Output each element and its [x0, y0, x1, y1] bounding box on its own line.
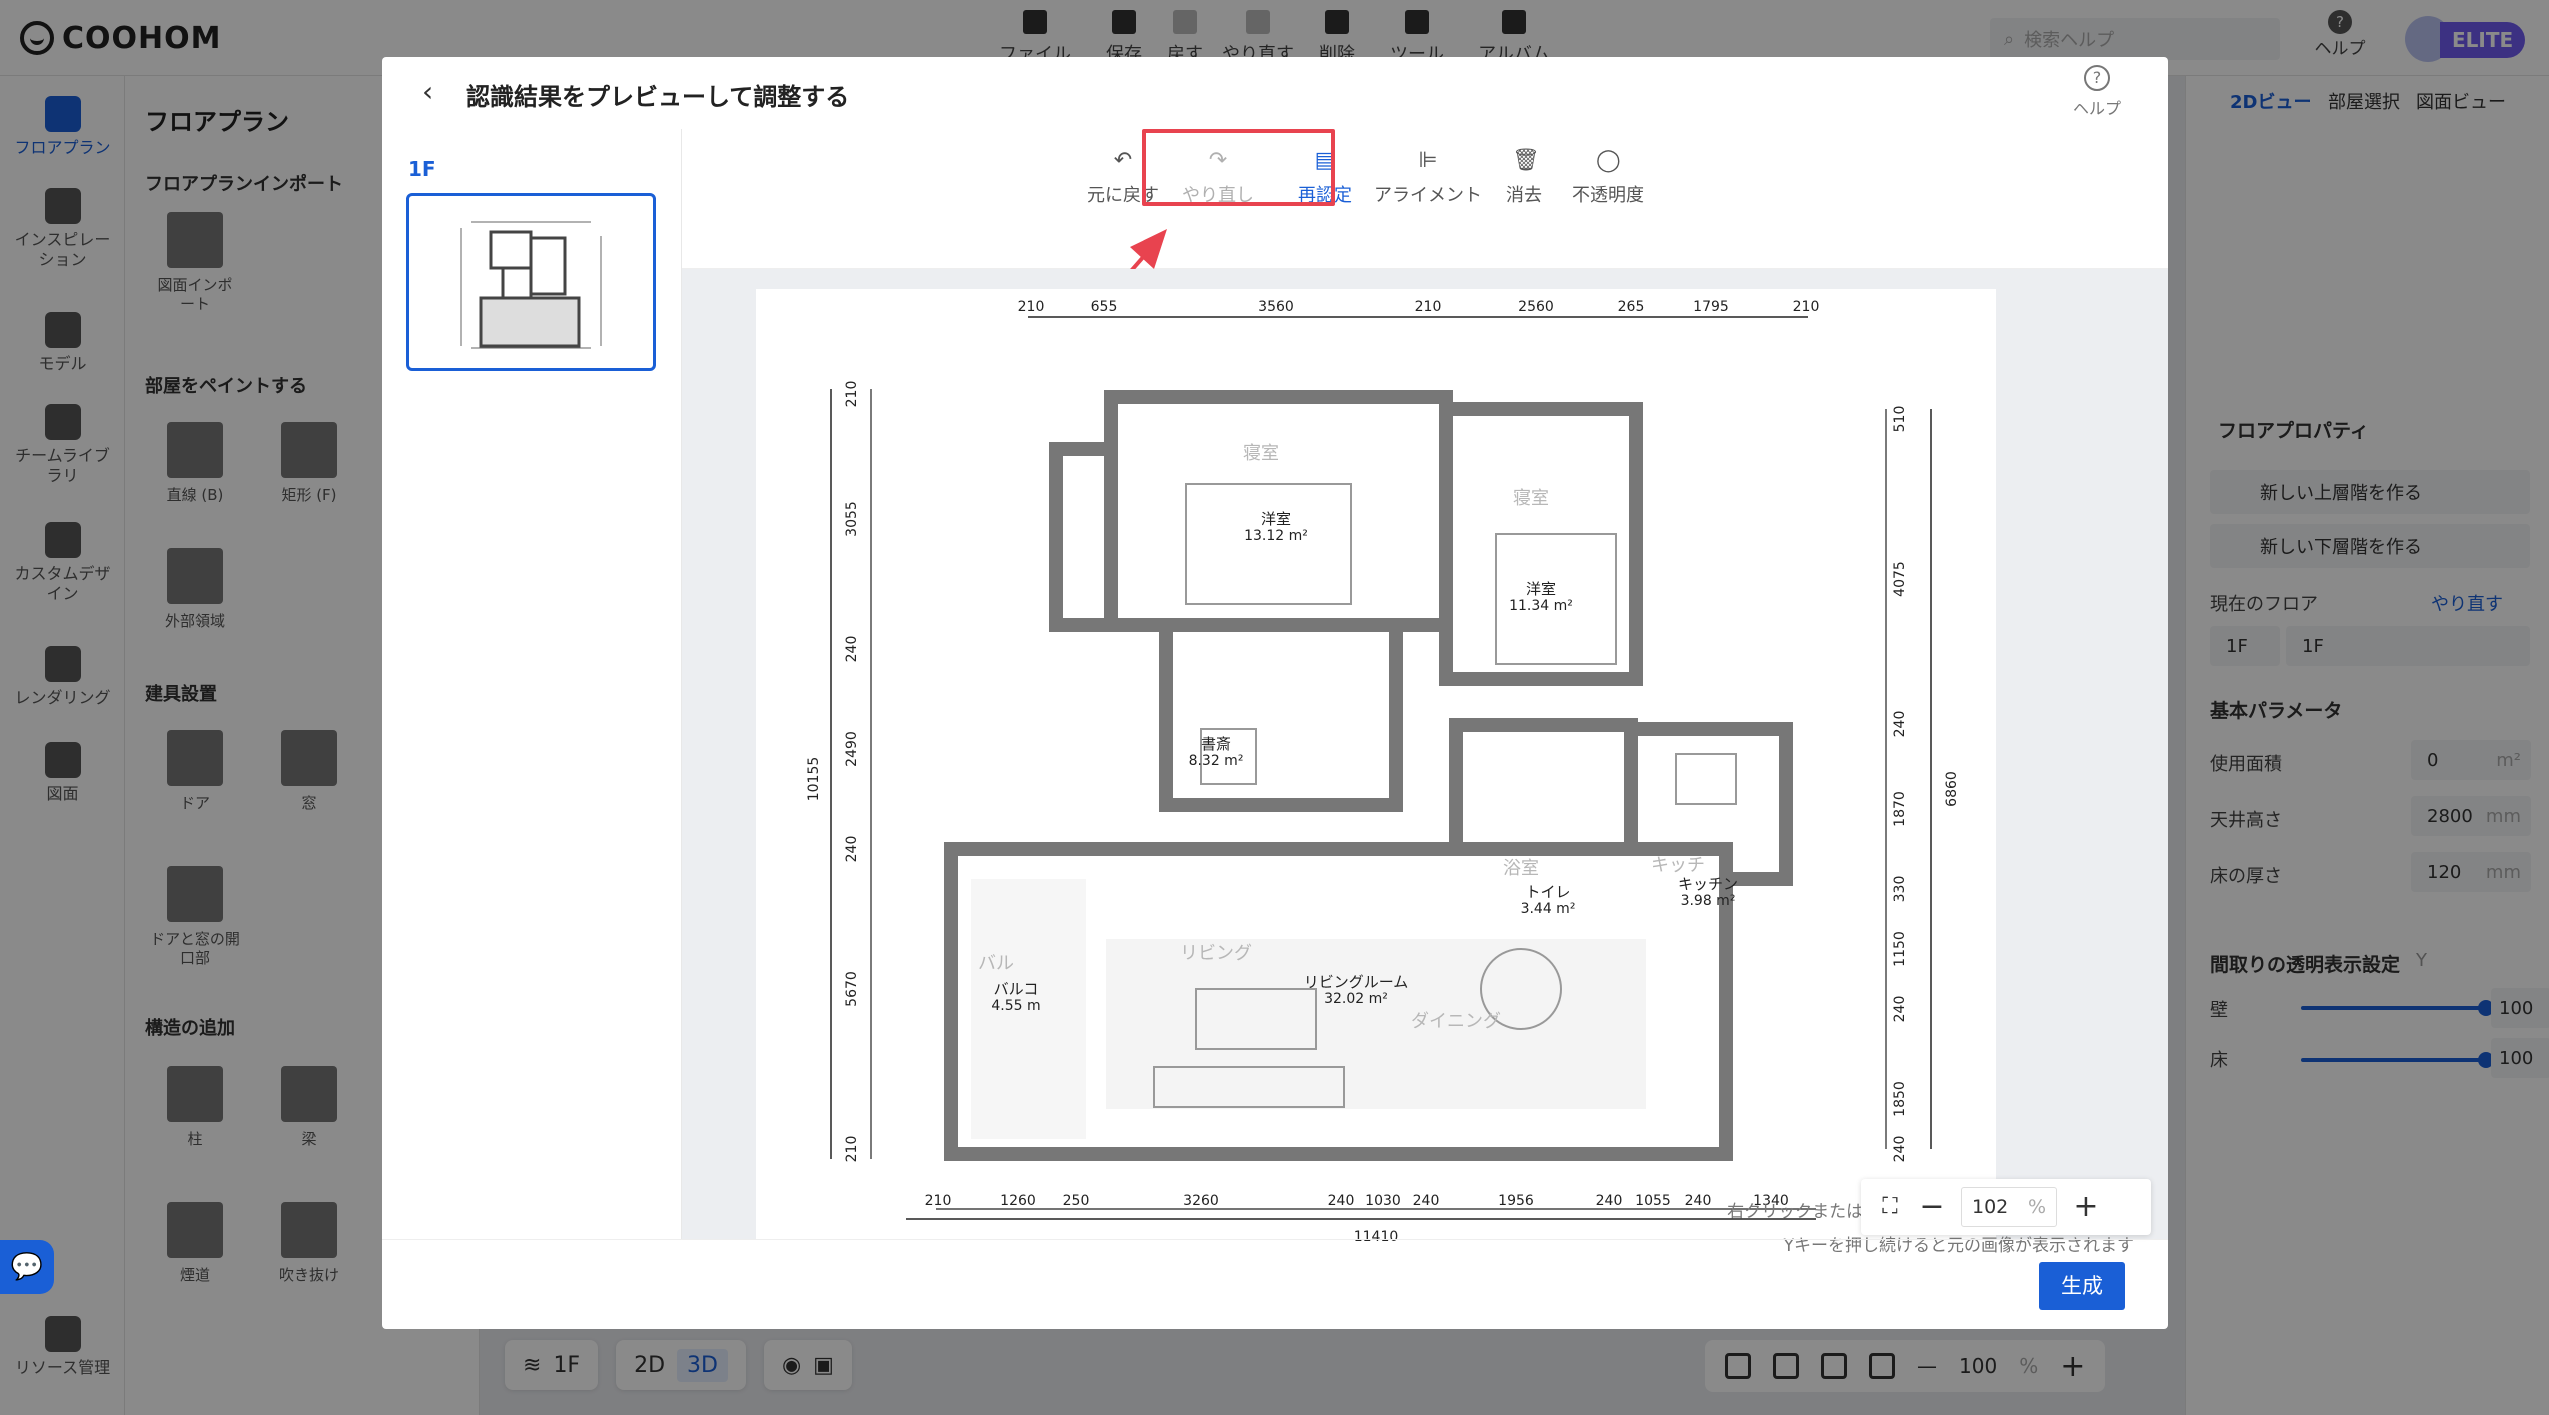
floor-sidebar: 1F — [382, 129, 682, 1239]
generate-button[interactable]: 生成 — [2039, 1262, 2125, 1310]
dim-bottom-label: 240 — [1685, 1193, 1712, 1209]
dim-left-label: 2490 — [844, 731, 860, 767]
dim-bottom-label: 1030 — [1365, 1193, 1401, 1209]
room-label-faded: ダイニング — [1411, 1011, 1501, 1032]
dim-right-label: 1870 — [1892, 791, 1908, 827]
dim-left-label: 210 — [844, 1136, 860, 1163]
room-area: 3.44 m² — [1521, 901, 1576, 917]
room-name: 洋室 — [1526, 580, 1556, 598]
dim-bottom-label: 1956 — [1498, 1193, 1534, 1209]
undo-redo-highlight — [1142, 129, 1335, 206]
room-area: 8.32 m² — [1189, 753, 1244, 769]
dim-right-label: 1150 — [1892, 931, 1908, 967]
dim-bottom-label: 3260 — [1183, 1193, 1219, 1209]
modal-footer — [382, 1239, 2168, 1329]
floor-thumbnail-plan — [460, 221, 602, 349]
dim-left-label: 5670 — [844, 971, 860, 1007]
room-name: リビングルーム — [1304, 973, 1409, 991]
room-label-faded: 寝室 — [1513, 488, 1549, 509]
dim-left-total: 10155 — [806, 757, 822, 802]
dim-right-label: 510 — [1892, 406, 1908, 433]
room-area: 3.98 m² — [1681, 893, 1736, 909]
dim-bottom-label: 250 — [1063, 1193, 1090, 1209]
room-area: 13.12 m² — [1244, 528, 1308, 544]
dim-bottom-label: 240 — [1328, 1193, 1355, 1209]
dim-top-label: 2560 — [1518, 299, 1554, 315]
room-label-faded: 寝室 — [1243, 443, 1279, 464]
dim-right-total: 6860 — [1944, 771, 1960, 807]
dim-left-label: 240 — [844, 836, 860, 863]
dim-top-label: 3560 — [1258, 299, 1294, 315]
chat-icon[interactable]: 💬 — [0, 1240, 54, 1294]
zoom-out-button[interactable]: − — [1919, 1192, 1945, 1222]
modal-help-button[interactable]: ? ヘルプ — [2062, 65, 2132, 119]
room-label-faded: 浴室 — [1503, 858, 1539, 879]
dim-bottom-label: 240 — [1596, 1193, 1623, 1209]
dim-top-label: 210 — [1793, 299, 1820, 315]
dim-right-label: 330 — [1892, 876, 1908, 903]
dim-right-label: 240 — [1892, 996, 1908, 1023]
opacity-icon: ◯ — [1596, 148, 1621, 173]
modal-zoom-control: ⛶ − 102% + — [1861, 1179, 2151, 1235]
dim-bottom-label: 210 — [925, 1193, 952, 1209]
room-label-faded: キッチ — [1651, 855, 1705, 876]
dim-left-label: 240 — [844, 636, 860, 663]
zoom-in-button[interactable]: + — [2073, 1192, 2099, 1222]
floorplan-image: 210 655 3560 210 2560 265 1795 210 210 1260 250 32… — [756, 289, 1996, 1267]
room-name: 書斎 — [1201, 735, 1231, 753]
dim-top-label: 655 — [1091, 299, 1118, 315]
room-area: 4.55 m — [991, 998, 1040, 1014]
dim-bottom-label: 1260 — [1000, 1193, 1036, 1209]
modal-toolbar: ↶ 元に戻す ↷ やり直し ▤ 再認定 ⊫ アライメント 🗑 消去 ◯ 不透明度 — [682, 129, 2168, 269]
dim-right-label: 240 — [1892, 711, 1908, 738]
dim-bottom-label: 240 — [1413, 1193, 1440, 1209]
dim-right-label: 4075 — [1892, 561, 1908, 597]
dim-right-label: 240 — [1892, 1136, 1908, 1163]
preview-modal: ‹ 認識結果をプレビューして調整する ? ヘルプ 1F ↶ 元に戻す ↷ やり直し … — [382, 57, 2168, 1329]
room-area: 11.34 m² — [1509, 598, 1573, 614]
floorplan-drawing: 210 655 3560 210 2560 265 1795 210 210 1260 250 32… — [806, 299, 1960, 1245]
opacity-button[interactable]: ◯ 不透明度 — [1572, 149, 1644, 207]
dim-top-label: 210 — [1415, 299, 1442, 315]
modal-title: 認識結果をプレビューして調整する — [466, 83, 850, 111]
floor-tab-label: 1F — [408, 157, 436, 181]
trash-icon: 🗑 — [1512, 148, 1540, 173]
room-name: キッチン — [1678, 875, 1738, 893]
undo-icon: ↶ — [1113, 148, 1133, 173]
room-label-faded: リビング — [1180, 943, 1252, 964]
zoom-input[interactable]: 102% — [1961, 1187, 2057, 1227]
align-button[interactable]: ⊫ アライメント — [1374, 149, 1482, 207]
room-name: トイレ — [1525, 883, 1570, 901]
dim-left-label: 3055 — [844, 501, 860, 537]
floor-thumbnail[interactable] — [406, 193, 656, 371]
room-name: バルコ — [994, 980, 1039, 998]
dim-left-label: 210 — [844, 381, 860, 408]
dim-bottom-label: 1055 — [1635, 1193, 1671, 1209]
room-label-faded: バル — [978, 953, 1014, 974]
align-icon: ⊫ — [1418, 148, 1438, 173]
dim-top-label: 210 — [1018, 299, 1045, 315]
plan-canvas[interactable]: 210 655 3560 210 2560 265 1795 210 210 1260 250 32… — [682, 269, 2168, 1267]
help-question-icon: ? — [2084, 65, 2110, 91]
room-area: 32.02 m² — [1324, 991, 1388, 1007]
room-name: 洋室 — [1261, 510, 1291, 528]
dim-right-label: 1850 — [1892, 1081, 1908, 1117]
dim-top-label: 1795 — [1693, 299, 1729, 315]
back-chevron-icon[interactable]: ‹ — [422, 78, 448, 106]
fit-screen-icon[interactable]: ⛶ — [1877, 1192, 1903, 1222]
dim-top-label: 265 — [1618, 299, 1645, 315]
erase-button[interactable]: 🗑 消去 — [1506, 149, 1542, 207]
modal-header: ‹ 認識結果をプレビューして調整する ? ヘルプ — [382, 57, 2168, 129]
